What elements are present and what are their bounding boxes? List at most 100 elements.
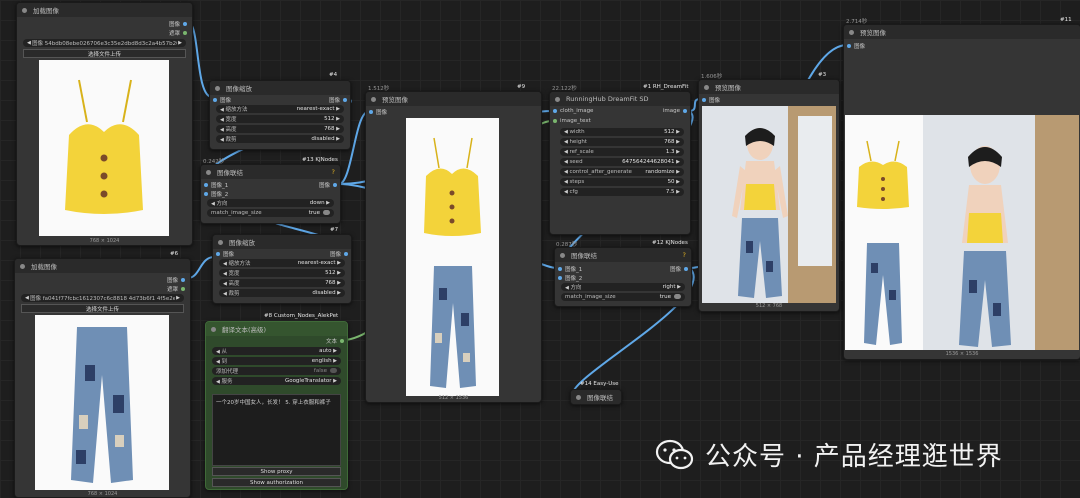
match-image-size-toggle[interactable]: match_image_size true — [561, 293, 685, 301]
upload-button[interactable]: 选择文件上传 — [21, 304, 184, 313]
loaded-image-preview — [35, 315, 169, 490]
node-collapse-dot[interactable] — [206, 169, 211, 175]
dreamfit-node[interactable]: RunningHub DreamFit SD cloth_image image… — [549, 91, 691, 235]
stacked-garments-image — [406, 118, 499, 396]
cfg-input[interactable]: ◀ cfg 7.5 ▶ — [560, 188, 684, 196]
to-language-select[interactable]: ◀ 到 english ▶ — [212, 357, 341, 365]
translate-text-node[interactable]: 翻译文本(高级) 文本 ◀ 从 auto ▶ ◀ 到 english ▶ 添加代理 f… — [205, 321, 348, 490]
input-image-port[interactable] — [213, 98, 217, 102]
help-icon[interactable]: ? — [332, 168, 335, 176]
input-image-port[interactable] — [216, 252, 220, 256]
width-input[interactable]: ◀ width 512 ▶ — [560, 128, 684, 136]
preview-image-node-1[interactable]: 预览图像 图像 512 × 1536 — [365, 91, 542, 403]
output-text-port[interactable] — [340, 339, 344, 343]
input-cloth-image-port[interactable] — [553, 109, 557, 113]
output-image-label: 图像 — [166, 278, 178, 284]
load-image-node-1[interactable]: 加载图像 图像 遮罩 ◀ 图像 54bdb08ebe026706e3c35e2db… — [16, 2, 193, 246]
from-language-select[interactable]: ◀ 从 auto ▶ — [212, 347, 341, 355]
node-collapse-dot[interactable] — [704, 84, 709, 90]
match-image-size-toggle[interactable]: match_image_size true — [207, 209, 334, 217]
output-mask-port[interactable] — [183, 31, 187, 35]
seed-input[interactable]: ◀ seed 647564244628041 ▶ — [560, 158, 684, 166]
node-title: 预览图像 — [715, 84, 741, 92]
control-after-generate-select[interactable]: ◀ control_after_generate randomize ▶ — [560, 168, 684, 176]
height-input[interactable]: ◀ 高度 768 ▶ — [216, 125, 344, 133]
input-image-label: 图像 — [854, 44, 866, 50]
input-image1-port[interactable] — [558, 267, 562, 271]
help-icon[interactable]: ? — [683, 251, 686, 259]
input-image-text-port[interactable] — [553, 119, 557, 123]
node-collapse-dot[interactable] — [22, 7, 27, 13]
node-title: 加载图像 — [31, 263, 57, 271]
height-input[interactable]: ◀ height 768 ▶ — [560, 138, 684, 146]
node-collapse-dot[interactable] — [849, 29, 854, 35]
model-wearing-outfit-image — [702, 106, 836, 303]
show-authorization-button[interactable]: Show authorization — [212, 478, 341, 487]
easy-use-concat-node[interactable]: 图像联结 — [570, 389, 622, 405]
width-input[interactable]: ◀ 宽度 512 ▶ — [216, 115, 344, 123]
image-concat-node-1[interactable]: 图像联结? 图像_1 图像_2 图像 ◀ 方向 down ▶ match_imag… — [200, 164, 341, 224]
image-scale-node-2[interactable]: 图像缩放 图像 图像 ◀ 缩放方法 nearest-exact ▶ ◀ 宽度 512… — [212, 234, 352, 304]
input-image2-port[interactable] — [558, 276, 562, 280]
add-proxy-toggle[interactable]: 添加代理 false — [212, 367, 341, 375]
node-badge: #4 — [329, 72, 338, 78]
image-scale-node-1[interactable]: 图像缩放 图像 图像 ◀ 缩放方法 nearest-exact ▶ ◀ 宽度 512… — [209, 80, 351, 150]
combined-result-image — [845, 115, 1079, 350]
width-input[interactable]: ◀ 宽度 512 ▶ — [219, 269, 345, 277]
watermark-text: 公众号 · 产品经理逛世界 — [705, 442, 1003, 472]
upscale-method-select[interactable]: ◀ 缩放方法 nearest-exact ▶ — [219, 259, 345, 267]
output-image-label: image — [662, 108, 680, 114]
output-image-port[interactable] — [684, 267, 688, 271]
image-size-caption: 768 × 1024 — [89, 238, 120, 244]
image-size-caption: 768 × 1024 — [87, 491, 118, 497]
output-image-label: 图像 — [168, 22, 180, 28]
show-proxy-button[interactable]: Show proxy — [212, 467, 341, 476]
output-image-port[interactable] — [183, 22, 187, 26]
upload-button[interactable]: 选择文件上传 — [23, 49, 186, 58]
output-image-port[interactable] — [333, 183, 337, 187]
node-collapse-dot[interactable] — [371, 96, 376, 102]
input-image-port[interactable] — [702, 98, 706, 102]
steps-input[interactable]: ◀ steps 50 ▶ — [560, 178, 684, 186]
preview-image-node-2[interactable]: 预览图像 图像 512 × 768 — [698, 79, 840, 312]
node-collapse-dot[interactable] — [555, 96, 560, 102]
upscale-method-select[interactable]: ◀ 缩放方法 nearest-exact ▶ — [216, 105, 344, 113]
crop-select[interactable]: ◀ 裁剪 disabled ▶ — [216, 135, 344, 143]
service-select[interactable]: ◀ 服务 GoogleTranslator ▶ — [212, 377, 341, 385]
node-collapse-dot[interactable] — [215, 85, 220, 91]
crop-select[interactable]: ◀ 裁剪 disabled ▶ — [219, 289, 345, 297]
input-image-label: 图像 — [376, 110, 388, 116]
output-image-label: 图像 — [318, 183, 330, 189]
node-title: 图像联结 — [571, 252, 597, 260]
height-input[interactable]: ◀ 高度 768 ▶ — [219, 279, 345, 287]
output-image-port[interactable] — [344, 252, 348, 256]
node-collapse-dot[interactable] — [576, 394, 581, 400]
node-collapse-dot[interactable] — [218, 239, 223, 245]
input-image1-port[interactable] — [204, 183, 208, 187]
output-image-port[interactable] — [343, 98, 347, 102]
input-cloth-image-label: cloth_image — [560, 108, 594, 114]
node-collapse-dot[interactable] — [20, 263, 25, 269]
direction-select[interactable]: ◀ 方向 right ▶ — [561, 283, 685, 291]
ref-scale-input[interactable]: ◀ ref_scale 1.3 ▶ — [560, 148, 684, 156]
input-image-port[interactable] — [847, 44, 851, 48]
output-image-port[interactable] — [181, 278, 185, 282]
node-title: 加载图像 — [33, 7, 59, 15]
image-concat-node-2[interactable]: 图像联结? 图像_1 图像_2 图像 ◀ 方向 right ▶ match_ima… — [554, 247, 692, 307]
prompt-textarea[interactable]: 一个20岁中国女人，长发！ 5. 穿上衣服和裤子 — [212, 394, 341, 466]
image-file-select[interactable]: ◀ 图像 54bdb08ebe026706e3c35e2dbd8d3c2a4b57… — [23, 39, 186, 47]
load-image-node-2[interactable]: 加载图像 图像 遮罩 ◀ 图像 fa041f77fcbc1612307c6c881… — [14, 258, 191, 498]
output-mask-port[interactable] — [181, 287, 185, 291]
preview-image — [406, 118, 499, 396]
input-image-port[interactable] — [369, 110, 373, 114]
input-image2-port[interactable] — [204, 192, 208, 196]
preview-image-node-3[interactable]: 预览图像 图像 1536 × 1536 — [843, 24, 1080, 360]
watermark: 公众号 · 产品经理逛世界 — [655, 436, 1003, 473]
node-collapse-dot[interactable] — [560, 252, 565, 258]
output-image-port[interactable] — [683, 109, 687, 113]
direction-select[interactable]: ◀ 方向 down ▶ — [207, 199, 334, 207]
node-collapse-dot[interactable] — [211, 326, 216, 332]
output-image-label: 图像 — [328, 98, 340, 104]
node-title: 翻译文本(高级) — [222, 326, 267, 334]
image-file-select[interactable]: ◀ 图像 fa041f77fcbc1612307c6c8818 4d73b6f1 … — [21, 294, 184, 302]
